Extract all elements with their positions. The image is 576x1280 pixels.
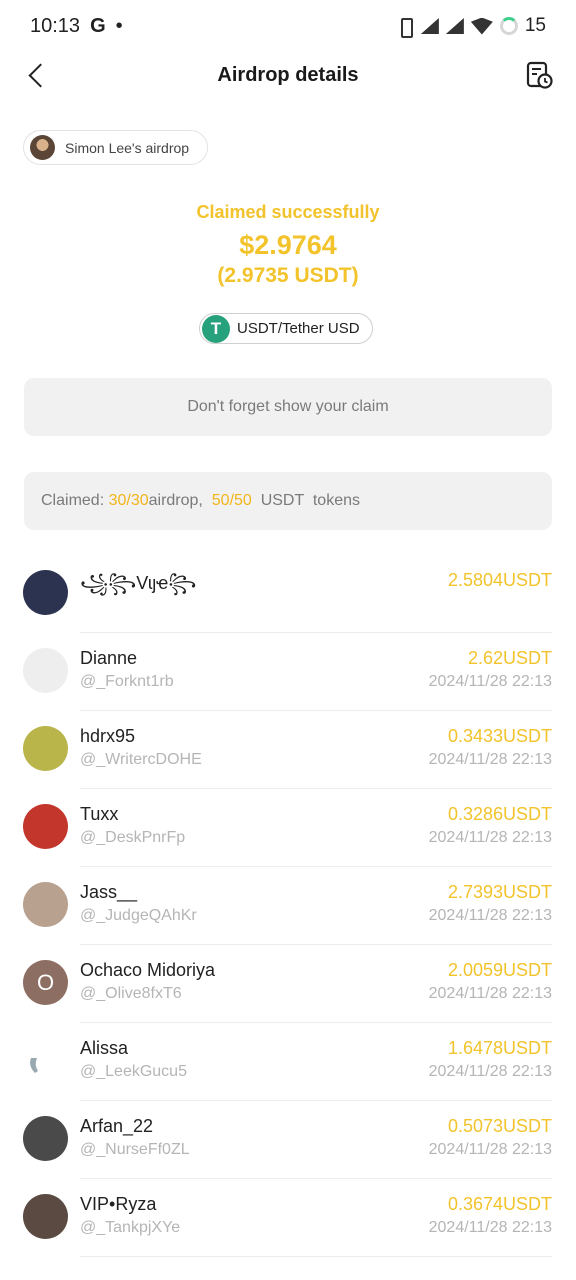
airdrop-count: 30/30 — [108, 492, 149, 509]
claimer-name: Tuxx — [80, 804, 119, 824]
claimer-handle: @_LeekGucu5 — [80, 1063, 187, 1080]
claim-amount-value: 2.5804USDT — [447, 570, 552, 590]
claimer-name: VIP•Ryza — [80, 1194, 157, 1214]
avatar-initial: O — [36, 969, 55, 995]
avatar — [23, 570, 68, 615]
notification-dot: • — [115, 14, 123, 37]
claim-amount-value: 0.3433USDT — [447, 726, 552, 746]
claimed-prefix: Claimed: — [41, 492, 109, 509]
claim-time: 2024/11/28 22:13 — [428, 907, 552, 924]
avatar — [23, 1038, 68, 1083]
token-label: USDT/Tether USD — [237, 320, 360, 337]
avatar — [23, 804, 68, 849]
avatar — [23, 1194, 68, 1239]
claim-row[interactable]: O Ochaco Midoriya @_Olive8fxT6 2.0059USD… — [0, 945, 576, 1023]
claimer-name: Jass__ — [80, 882, 138, 902]
back-arrow-icon[interactable] — [26, 62, 48, 88]
claimer-handle: @_DeskPnrFp — [80, 829, 186, 846]
claim-status: Claimed successfully — [196, 202, 380, 222]
claim-row[interactable]: Dianne @_Forknt1rb 2.62USDT 2024/11/28 2… — [0, 633, 576, 711]
avatar — [23, 1116, 68, 1161]
battery-icon — [499, 17, 518, 35]
page-title: Airdrop details — [217, 63, 359, 86]
status-time: 10:13 — [30, 14, 81, 37]
airdrop-label: airdrop, — [148, 492, 212, 509]
claimer-handle: @_NurseFf0ZL — [80, 1141, 190, 1158]
claim-time: 2024/11/28 22:13 — [428, 1219, 552, 1236]
claim-amount-value: 0.3674USDT — [447, 1194, 552, 1214]
claim-amount-value: 2.62USDT — [467, 648, 552, 668]
sender-label: Simon Lee's airdrop — [65, 139, 190, 156]
sender-chip[interactable]: Simon Lee's airdrop — [23, 130, 209, 165]
google-icon: G — [90, 14, 106, 37]
claimer-name: Dianne — [80, 648, 138, 668]
claimer-name: Alissa — [80, 1038, 129, 1058]
claim-time: 2024/11/28 22:13 — [428, 1063, 552, 1080]
claim-amount: $2.9764 — [239, 230, 337, 260]
signal-icon — [420, 18, 439, 34]
token-label-text: USDT tokens — [251, 492, 360, 509]
claim-amount-value: 1.6478USDT — [447, 1038, 552, 1058]
claimer-handle: @_TankpjXYe — [80, 1219, 181, 1236]
claim-row[interactable]: VIP•Ryza @_TankpjXYe 0.3674USDT 2024/11/… — [0, 1179, 576, 1257]
signal-icon-2 — [445, 18, 464, 34]
claim-row[interactable]: Arfan_22 @_NurseFf0ZL 0.5073USDT 2024/11… — [0, 1101, 576, 1179]
claimer-name: Ochaco Midoriya — [80, 960, 216, 980]
claimer-name: hdrx95 — [80, 726, 136, 746]
claimer-name: Arfan_22 — [80, 1116, 154, 1136]
claim-time: 2024/11/28 22:13 — [428, 1141, 552, 1158]
wifi-icon — [470, 17, 493, 35]
claim-time: 2024/11/28 22:13 — [428, 751, 552, 768]
tether-icon: T — [202, 314, 230, 343]
claim-usdt-amount: (2.9735 USDT) — [217, 264, 359, 287]
claimer-handle: @_Olive8fxT6 — [80, 985, 182, 1002]
show-claim-label: Don't forget show your claim — [187, 398, 389, 415]
status-bar: 10:13 G • 15 — [0, 0, 576, 52]
claimed-summary: Claimed: 30/30 airdrop, 50/50 USDT tokens — [24, 472, 552, 530]
avatar: O — [23, 960, 68, 1005]
token-chip[interactable]: T USDT/Tether USD — [199, 313, 373, 344]
claim-row[interactable]: Alissa @_LeekGucu5 1.6478USDT 2024/11/28… — [0, 1023, 576, 1101]
claim-time: 2024/11/28 22:13 — [428, 829, 552, 846]
claim-row[interactable]: ꧁꧂Vɩȷҽ꧂ 2.5804USDT — [0, 555, 576, 633]
claim-row[interactable]: hdrx95 @_WritercDOHE 0.3433USDT 2024/11/… — [0, 711, 576, 789]
claim-row[interactable]: Jass__ @_JudgeQAhKr 2.7393USDT 2024/11/2… — [0, 867, 576, 945]
claimer-handle: @_Forknt1rb — [80, 673, 174, 690]
claim-history-icon[interactable] — [524, 60, 554, 90]
token-count: 50/50 — [211, 492, 252, 509]
claimer-handle: @_WritercDOHE — [80, 751, 202, 768]
claim-time: 2024/11/28 22:13 — [428, 673, 552, 690]
claim-amount-value: 2.7393USDT — [447, 882, 552, 902]
claim-amount-value: 2.0059USDT — [447, 960, 552, 980]
claim-amount-value: 0.5073USDT — [447, 1116, 552, 1136]
claim-row[interactable]: Tuxx @_DeskPnrFp 0.3286USDT 2024/11/28 2… — [0, 789, 576, 867]
claim-time: 2024/11/28 22:13 — [428, 985, 552, 1002]
avatar — [23, 648, 68, 693]
show-claim-button[interactable]: Don't forget show your claim — [24, 378, 552, 436]
claim-amount-value: 0.3286USDT — [447, 804, 552, 824]
battery-level: 15 — [524, 15, 546, 36]
sender-avatar — [30, 135, 55, 160]
vibrate-icon — [396, 18, 414, 38]
app-header: Airdrop details — [0, 52, 576, 98]
avatar — [23, 882, 68, 927]
claimer-name: ꧁꧂Vɩȷҽ꧂ — [80, 573, 197, 593]
claimer-handle: @_JudgeQAhKr — [80, 907, 197, 924]
avatar — [23, 726, 68, 771]
